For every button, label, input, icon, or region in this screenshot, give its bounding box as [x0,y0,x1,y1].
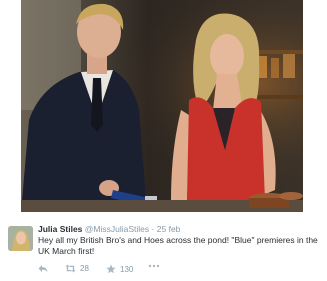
retweet-button[interactable]: 28 [65,264,89,273]
author-name[interactable]: Julia Stiles [38,224,82,234]
favorite-button[interactable]: 130 [106,264,133,274]
avatar-image [8,226,33,251]
tweet-photo[interactable] [21,0,303,212]
retweet-icon [65,264,76,273]
more-button[interactable] [148,264,160,268]
favorite-count: 130 [120,264,134,274]
tweet-date[interactable]: 25 feb [157,224,181,234]
star-icon [106,264,116,274]
tweet-text: Hey all my British Bro's and Hoes across… [38,235,318,256]
tweet-card: Julia Stiles @MissJuliaStiles · 25 feb H… [0,212,327,281]
reply-icon [38,264,48,273]
retweet-count: 28 [80,264,89,273]
photo-scene [21,0,303,212]
avatar[interactable] [8,226,33,251]
author-handle[interactable]: @MissJuliaStiles [85,224,149,234]
reply-button[interactable] [38,264,48,273]
separator: · [151,224,155,234]
more-dots-icon [148,264,160,268]
tweet-header: Julia Stiles @MissJuliaStiles · 25 feb [38,224,180,235]
